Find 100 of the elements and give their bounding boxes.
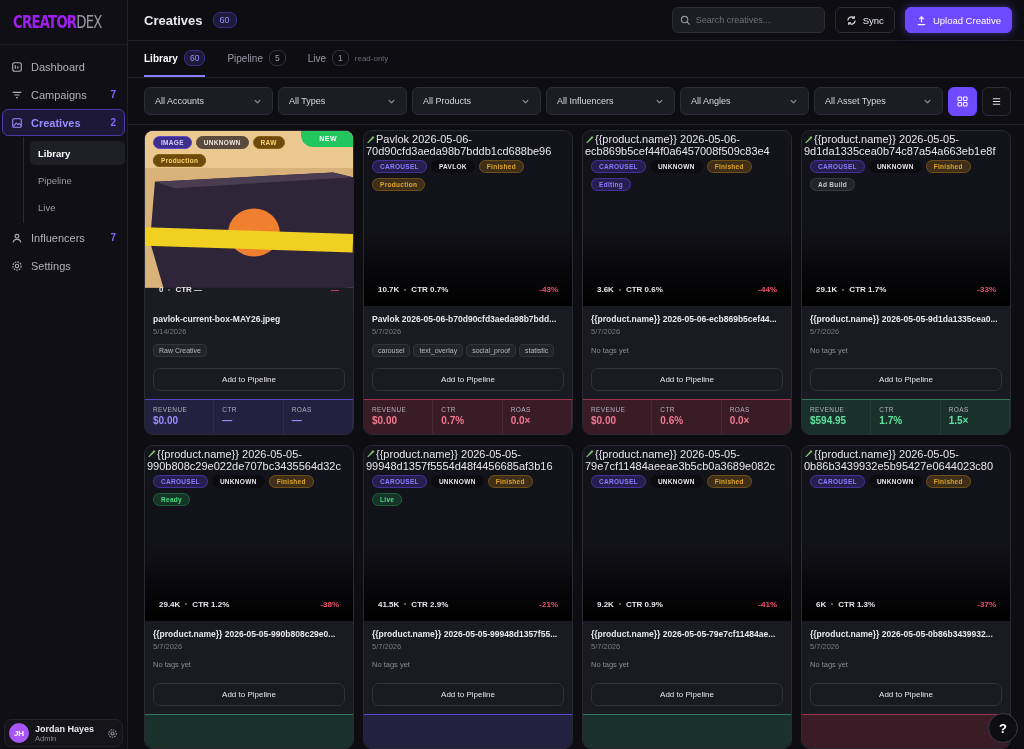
sidebar-subitem[interactable]: Pipeline	[30, 168, 125, 192]
filter-dropdown[interactable]: All Accounts	[144, 87, 273, 115]
search-icon	[679, 14, 691, 26]
filter-dropdown[interactable]: All Types	[278, 87, 407, 115]
broken-image-icon	[366, 134, 375, 144]
change-value: -41%	[758, 599, 777, 609]
creative-card[interactable]	[582, 130, 792, 435]
broken-image-icon	[585, 449, 594, 458]
metric-value: 1.7%	[879, 415, 904, 427]
ctr-value: CTR 1.7%	[849, 285, 887, 295]
change-value: -44%	[758, 285, 777, 295]
add-to-pipeline-button[interactable]: Add to Pipeline	[810, 368, 1002, 392]
views-count: 6K	[816, 599, 827, 609]
sidebar-item[interactable]: Dashboard	[2, 53, 125, 80]
list-icon	[991, 95, 1002, 107]
sidebar-item[interactable]: Creatives 2	[2, 109, 125, 136]
metric-value: 0.7%	[441, 415, 466, 427]
image-alt-text: Pavlok 2026-05-06-	[376, 133, 472, 145]
image-alt-text: 990b808c29e022de707bc3435564d32c	[147, 459, 342, 472]
add-to-pipeline-button[interactable]: Add to Pipeline	[153, 682, 345, 706]
metric-value: 1.5×	[948, 415, 970, 427]
image-alt-text: 70d90cfd3aeda98b7bddb1cd688be96	[366, 145, 553, 157]
image-alt-text: 0b86b3439932e5b95427e0644023c80	[804, 459, 995, 472]
user-name: Jordan Hayes	[35, 723, 96, 734]
image-alt-text: {{product.name}} 2026-05-05-	[814, 133, 959, 145]
image-alt-text: ecb869b5cef44f0a6457008f509c83e4	[585, 145, 771, 157]
sidebar-item[interactable]: Settings	[2, 252, 125, 279]
creative-title: {{product.name}} 2026-05-05-990b808c29e0...	[153, 628, 337, 639]
settings-icon	[11, 259, 23, 272]
upload-icon	[915, 14, 927, 26]
image-alt-text: 79e7cf11484aeeae3b5cb0a3689e082c	[585, 459, 777, 472]
change-value: —	[331, 285, 339, 295]
add-to-pipeline-button[interactable]: Add to Pipeline	[591, 368, 783, 392]
broken-image-icon	[366, 449, 375, 458]
dashboard-icon	[11, 60, 23, 73]
filter-dropdown[interactable]: All Angles	[680, 87, 809, 115]
creative-title: {{product.name}} 2026-05-05-9d1da1335cea0...	[810, 314, 999, 325]
page-title: Creatives	[144, 12, 203, 28]
views-count: 41.5K	[378, 599, 400, 609]
image-alt-text: {{product.name}} 2026-05-05-	[376, 447, 521, 460]
broken-image-icon	[804, 134, 813, 144]
grid-view-button[interactable]	[948, 86, 977, 116]
metric-value: $0.00	[153, 415, 180, 427]
list-view-button[interactable]	[982, 86, 1011, 116]
tab[interactable]: Library 60	[144, 41, 206, 77]
sidebar-item[interactable]: Influencers 7	[2, 224, 125, 251]
ctr-value: CTR 1.3%	[838, 599, 876, 609]
filter-dropdown[interactable]: All Influencers	[546, 87, 675, 115]
logo-text: CREATORDEX	[13, 12, 102, 32]
ctr-value: CTR 0.9%	[625, 599, 663, 609]
creative-title: {{product.name}} 2026-05-06-ecb869b5cef44...	[591, 314, 778, 325]
grid-icon	[957, 95, 968, 107]
metric-value: —	[291, 415, 303, 427]
person-icon	[11, 231, 23, 244]
creative-title: pavlok-current-box-MAY26.jpeg	[153, 314, 282, 325]
broken-image-icon	[585, 134, 594, 144]
broken-image-icon	[147, 449, 156, 458]
views-count: 0	[159, 285, 164, 295]
metric-value: —	[222, 415, 234, 427]
upload-button[interactable]: Upload Creative	[904, 7, 1012, 33]
sidebar-subitem[interactable]: Live	[30, 195, 125, 219]
change-value: -37%	[977, 599, 996, 609]
filter-dropdown[interactable]: All Asset Types	[814, 87, 943, 115]
settings-icon[interactable]	[107, 727, 118, 739]
change-value: -21%	[539, 599, 558, 609]
change-value: -38%	[320, 599, 339, 609]
add-to-pipeline-button[interactable]: Add to Pipeline	[153, 368, 345, 392]
image-icon	[11, 116, 23, 129]
avatar: JH	[9, 723, 29, 743]
metric-value: $594.95	[810, 415, 848, 427]
sidebar-item[interactable]: Campaigns 7	[2, 81, 125, 108]
ctr-value: CTR 1.2%	[192, 599, 230, 609]
tab[interactable]: Pipeline 5	[227, 41, 286, 77]
creative-card[interactable]	[801, 130, 1011, 435]
ctr-value: CTR —	[175, 285, 203, 295]
creative-title: {{product.name}} 2026-05-05-0b86b3439932...	[810, 628, 994, 639]
sync-button[interactable]: Sync	[834, 7, 895, 33]
broken-image-icon	[804, 449, 813, 458]
views-count: 10.7K	[378, 285, 400, 295]
add-to-pipeline-button[interactable]: Add to Pipeline	[372, 368, 564, 392]
tab[interactable]: Live 1 read-only	[307, 41, 389, 77]
add-to-pipeline-button[interactable]: Add to Pipeline	[591, 682, 783, 706]
views-count: 3.6K	[597, 285, 614, 295]
views-count: 9.2K	[597, 599, 614, 609]
image-alt-text: 99948d1357f5554d48f4456685af3b16	[366, 459, 554, 472]
metric-value: $0.00	[591, 415, 618, 427]
change-value: -33%	[977, 285, 996, 295]
creative-title: {{product.name}} 2026-05-05-99948d1357f55...	[372, 628, 559, 639]
search-field[interactable]: Search creatives...	[671, 7, 825, 33]
add-to-pipeline-button[interactable]: Add to Pipeline	[372, 682, 564, 706]
image-alt-text: {{product.name}} 2026-05-06-	[595, 133, 740, 145]
filter-dropdown[interactable]: All Products	[412, 87, 541, 115]
ctr-value: CTR 0.7%	[411, 285, 449, 295]
sidebar-subitem[interactable]: Library	[30, 141, 125, 165]
metric-value: 0.6%	[660, 415, 685, 427]
creative-card[interactable]	[363, 130, 573, 435]
add-to-pipeline-button[interactable]: Add to Pipeline	[810, 682, 1002, 706]
image-alt-text: 9d1da1335cea0b74c87a54a663eb1e8f	[804, 145, 997, 157]
sync-icon	[845, 14, 857, 26]
ctr-value: CTR 2.9%	[411, 599, 449, 609]
